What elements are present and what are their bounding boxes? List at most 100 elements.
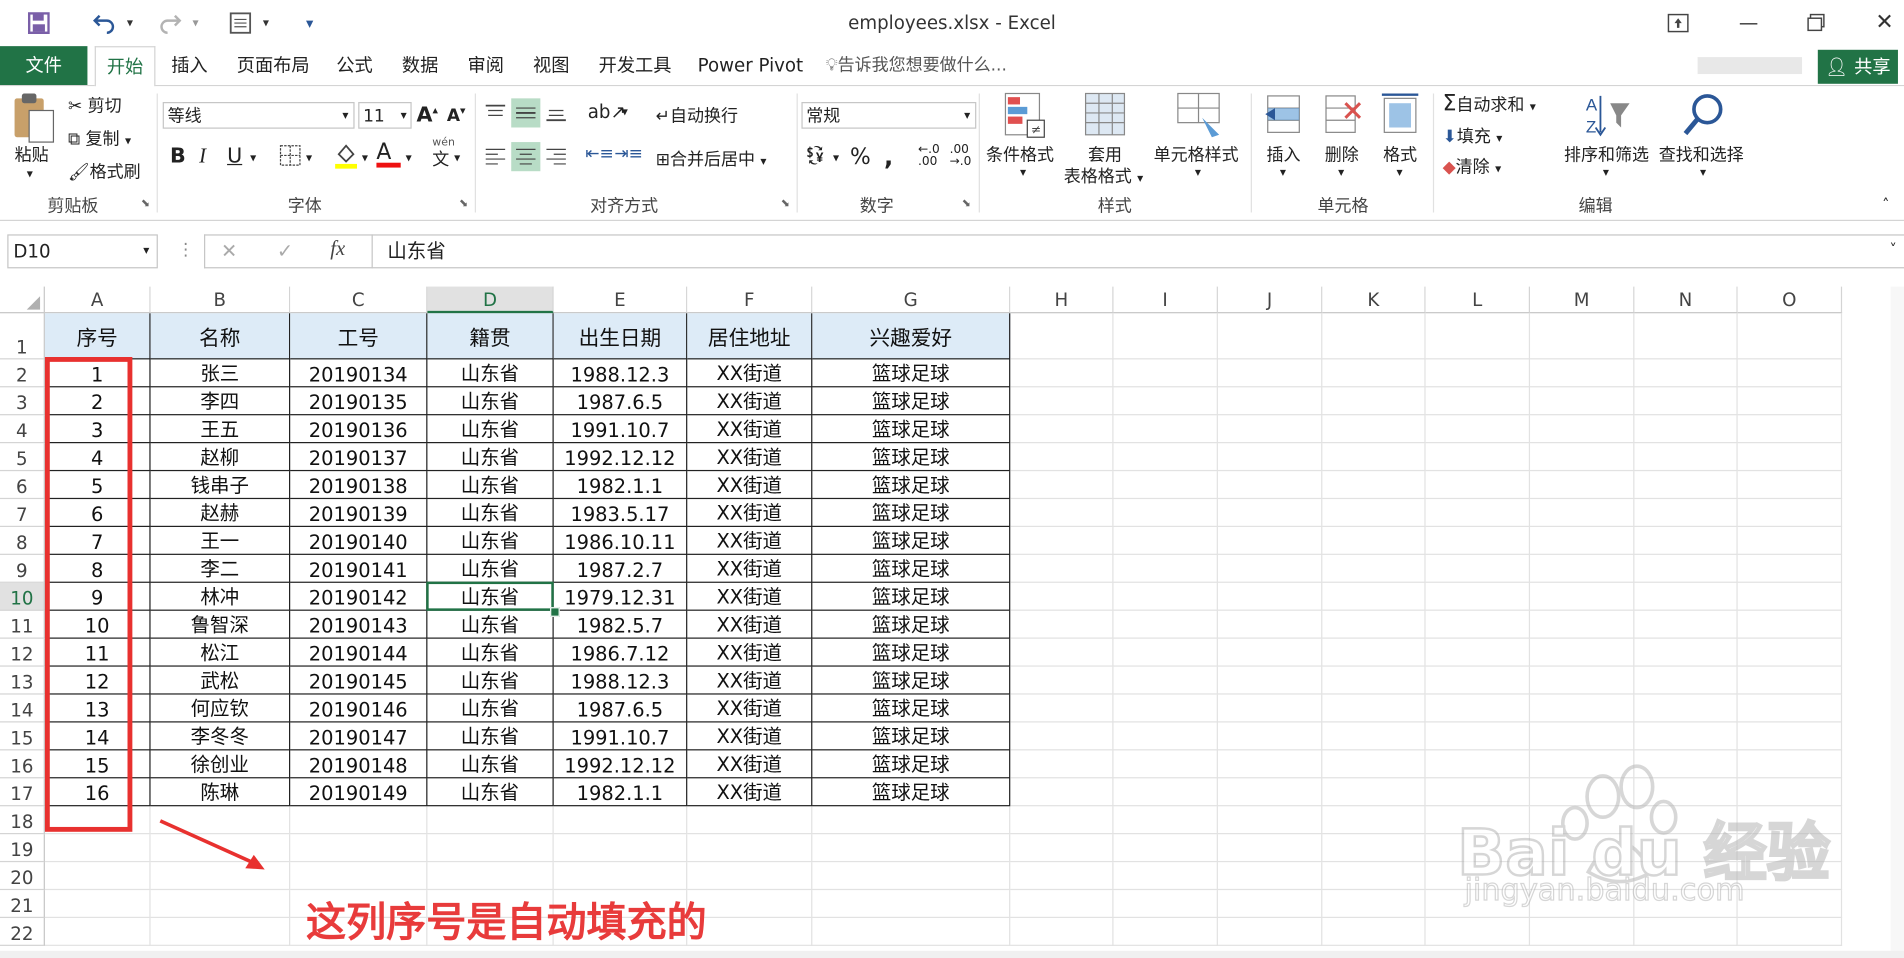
empty-cell[interactable] bbox=[1634, 694, 1738, 723]
empty-cell[interactable] bbox=[1322, 582, 1426, 611]
empty-cell[interactable] bbox=[1010, 694, 1114, 723]
empty-cell[interactable] bbox=[1737, 666, 1843, 695]
empty-cell[interactable] bbox=[290, 834, 428, 863]
empty-cell[interactable] bbox=[1322, 862, 1426, 891]
table-cell[interactable]: 松江 bbox=[150, 638, 291, 667]
table-cell[interactable]: 赵赫 bbox=[150, 499, 291, 528]
tab-view[interactable]: 视图 bbox=[527, 46, 576, 85]
empty-cell[interactable] bbox=[1634, 918, 1738, 946]
empty-cell[interactable] bbox=[44, 890, 151, 919]
table-cell[interactable]: 20190144 bbox=[290, 638, 428, 667]
tab-home[interactable]: 开始 bbox=[94, 46, 156, 88]
table-cell[interactable]: 20190140 bbox=[290, 527, 428, 555]
cell-styles-button[interactable]: 单元格样式 bbox=[1154, 142, 1239, 166]
column-header-o[interactable]: O bbox=[1737, 286, 1843, 314]
cell-styles-icon[interactable] bbox=[1175, 91, 1224, 144]
empty-cell[interactable] bbox=[1425, 499, 1531, 528]
empty-cell[interactable] bbox=[1634, 471, 1738, 500]
empty-cell[interactable] bbox=[1737, 554, 1843, 583]
table-header-cell[interactable]: 名称 bbox=[150, 313, 291, 360]
row-header-2[interactable]: 2 bbox=[0, 359, 45, 388]
enter-icon[interactable]: ✓ bbox=[277, 239, 293, 262]
empty-cell[interactable] bbox=[1217, 359, 1323, 388]
empty-cell[interactable] bbox=[687, 806, 813, 835]
maximize-icon[interactable] bbox=[1792, 5, 1841, 41]
table-cell[interactable]: 1992.12.12 bbox=[553, 443, 688, 472]
table-cell[interactable]: 篮球足球 bbox=[812, 359, 1011, 388]
empty-cell[interactable] bbox=[1217, 666, 1323, 695]
empty-cell[interactable] bbox=[1425, 918, 1531, 946]
empty-cell[interactable] bbox=[1113, 918, 1218, 946]
table-cell[interactable]: XX街道 bbox=[687, 554, 813, 583]
table-cell[interactable]: 20190143 bbox=[290, 610, 428, 639]
table-cell[interactable]: 20190149 bbox=[290, 778, 428, 807]
empty-cell[interactable] bbox=[1217, 582, 1323, 611]
align-middle-icon[interactable] bbox=[511, 98, 541, 128]
table-cell[interactable]: 1988.12.3 bbox=[553, 666, 688, 695]
empty-cell[interactable] bbox=[1530, 499, 1635, 528]
empty-cell[interactable] bbox=[1113, 359, 1218, 388]
empty-cell[interactable] bbox=[1737, 722, 1843, 751]
empty-cell[interactable] bbox=[1425, 443, 1531, 472]
empty-cell[interactable] bbox=[1530, 610, 1635, 639]
expand-formula-icon[interactable]: ˅ bbox=[1889, 240, 1896, 257]
table-cell[interactable]: XX街道 bbox=[687, 359, 813, 388]
table-cell[interactable]: 篮球足球 bbox=[812, 527, 1011, 555]
table-header-cell[interactable]: 籍贯 bbox=[427, 313, 554, 360]
empty-cell[interactable] bbox=[1634, 415, 1738, 444]
table-cell[interactable]: 山东省 bbox=[427, 638, 554, 667]
conditional-format-dropdown-icon[interactable]: ▾ bbox=[1020, 166, 1026, 179]
format-painter-button[interactable]: 🖌︎格式刷 bbox=[68, 159, 141, 183]
table-cell[interactable]: XX街道 bbox=[687, 638, 813, 667]
decrease-font-size-icon[interactable]: A▾ bbox=[447, 106, 466, 126]
table-cell[interactable]: 1986.7.12 bbox=[553, 638, 688, 667]
column-header-l[interactable]: L bbox=[1425, 286, 1531, 314]
empty-cell[interactable] bbox=[1322, 834, 1426, 863]
table-cell[interactable]: XX街道 bbox=[687, 527, 813, 555]
table-cell[interactable]: 何应钦 bbox=[150, 694, 291, 723]
empty-cell[interactable] bbox=[1530, 415, 1635, 444]
empty-cell[interactable] bbox=[1322, 666, 1426, 695]
table-cell[interactable]: 篮球足球 bbox=[812, 471, 1011, 500]
empty-cell[interactable] bbox=[1634, 666, 1738, 695]
empty-cell[interactable] bbox=[1530, 918, 1635, 946]
empty-cell[interactable] bbox=[812, 834, 1011, 863]
empty-cell[interactable] bbox=[1634, 387, 1738, 416]
insert-function-icon[interactable]: fx bbox=[330, 237, 345, 261]
empty-cell[interactable] bbox=[1322, 313, 1426, 360]
empty-cell[interactable] bbox=[1530, 666, 1635, 695]
row-header-19[interactable]: 19 bbox=[0, 834, 45, 863]
formula-input[interactable]: 山东省 bbox=[371, 234, 1904, 269]
table-cell[interactable]: 篮球足球 bbox=[812, 750, 1011, 779]
empty-cell[interactable] bbox=[1737, 638, 1843, 667]
fill-button[interactable]: ⬇填充 ▾ bbox=[1443, 124, 1503, 148]
font-color-dropdown-icon[interactable]: ▾ bbox=[406, 152, 412, 165]
table-header-cell[interactable]: 居住地址 bbox=[687, 313, 813, 360]
empty-cell[interactable] bbox=[812, 918, 1011, 946]
table-cell[interactable]: 篮球足球 bbox=[812, 499, 1011, 528]
table-cell[interactable]: 王五 bbox=[150, 415, 291, 444]
sort-filter-button[interactable]: 排序和筛选 bbox=[1564, 142, 1649, 166]
empty-cell[interactable] bbox=[1634, 554, 1738, 583]
table-cell[interactable]: 山东省 bbox=[427, 750, 554, 779]
table-cell[interactable]: 1987.6.5 bbox=[553, 387, 688, 416]
table-cell[interactable]: 1987.6.5 bbox=[553, 694, 688, 723]
row-header-9[interactable]: 9 bbox=[0, 554, 45, 583]
sort-dropdown-icon[interactable]: ▾ bbox=[1603, 166, 1609, 179]
vertical-scrollbar[interactable] bbox=[1890, 286, 1904, 955]
table-cell[interactable]: 山东省 bbox=[427, 387, 554, 416]
empty-cell[interactable] bbox=[1737, 359, 1843, 388]
font-size-select[interactable]: 11 ▾ bbox=[358, 102, 412, 129]
empty-cell[interactable] bbox=[1425, 527, 1531, 555]
table-cell[interactable]: 林冲 bbox=[150, 582, 291, 611]
decrease-indent-icon[interactable]: ⇤≡ bbox=[585, 145, 613, 164]
empty-cell[interactable] bbox=[1530, 527, 1635, 555]
table-cell[interactable]: 1982.1.1 bbox=[553, 778, 688, 807]
empty-cell[interactable] bbox=[1113, 313, 1218, 360]
table-cell[interactable]: 20190134 bbox=[290, 359, 428, 388]
empty-cell[interactable] bbox=[44, 862, 151, 891]
row-header-6[interactable]: 6 bbox=[0, 471, 45, 500]
table-cell[interactable]: 赵柳 bbox=[150, 443, 291, 472]
empty-cell[interactable] bbox=[1113, 890, 1218, 919]
table-cell[interactable]: 张三 bbox=[150, 359, 291, 388]
